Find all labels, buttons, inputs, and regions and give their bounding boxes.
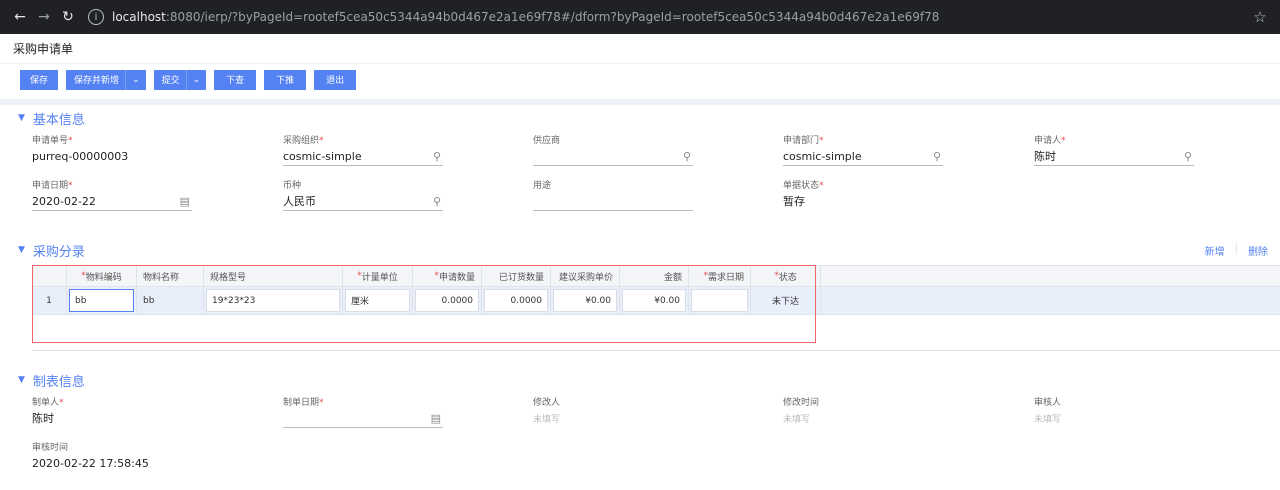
highlight-box bbox=[32, 265, 816, 343]
purchase-org-input[interactable]: cosmic-simple bbox=[283, 147, 443, 165]
field-label: 审核时间 bbox=[32, 443, 69, 453]
bill-status-value: 暂存 bbox=[783, 195, 805, 208]
collapse-triangle-icon[interactable]: ▼ bbox=[18, 245, 25, 255]
field-auditor: 审核人 未填写 bbox=[1034, 395, 1194, 427]
required-mark: * bbox=[68, 136, 73, 146]
search-icon[interactable]: ⚲ bbox=[683, 150, 691, 163]
currency-input[interactable]: 人民币 bbox=[283, 192, 443, 210]
department-input[interactable]: cosmic-simple bbox=[783, 147, 943, 165]
field-create-date[interactable]: 制单日期* ▤ bbox=[283, 395, 443, 428]
field-purpose[interactable]: 用途 bbox=[533, 178, 693, 211]
required-mark: * bbox=[319, 398, 324, 408]
save-and-new-split-button[interactable]: 保存并新增 ⌄ bbox=[66, 69, 146, 90]
request-no-value: purreq-00000003 bbox=[32, 149, 129, 163]
info-icon[interactable]: i bbox=[88, 9, 104, 25]
field-label: 修改人 bbox=[533, 398, 561, 408]
field-label: 审核人 bbox=[1034, 398, 1062, 408]
field-label: 币种 bbox=[283, 181, 302, 191]
lookup-button[interactable]: 下查 bbox=[214, 69, 257, 90]
url-host: localhost bbox=[112, 10, 166, 24]
section-basic-info[interactable]: ▼ 基本信息 bbox=[0, 107, 85, 129]
collapse-triangle-icon[interactable]: ▼ bbox=[18, 375, 25, 385]
modifier-value: 未填写 bbox=[533, 414, 561, 425]
section-title-basic: 基本信息 bbox=[32, 112, 85, 128]
toolbar-divider bbox=[0, 99, 1280, 105]
page-title: 采购申请单 bbox=[0, 34, 1280, 64]
submit-split-button[interactable]: 提交 ⌄ bbox=[153, 69, 207, 90]
field-request-no: 申请单号* purreq-00000003 bbox=[32, 133, 192, 165]
search-icon[interactable]: ⚲ bbox=[933, 150, 941, 163]
field-label: 制单日期 bbox=[283, 398, 320, 408]
audit-time-value: 2020-02-22 17:58:45 bbox=[32, 456, 149, 470]
field-label: 制单人 bbox=[32, 398, 60, 408]
modify-time-value: 未填写 bbox=[783, 414, 811, 425]
bookmark-star-icon[interactable]: ☆ bbox=[1248, 8, 1272, 26]
creator-value: 陈时 bbox=[32, 412, 54, 425]
applicant-input[interactable]: 陈时 bbox=[1034, 147, 1194, 165]
field-currency[interactable]: 币种 人民币 ⚲ bbox=[283, 178, 443, 211]
section-audit[interactable]: ▼ 制表信息 bbox=[0, 369, 85, 391]
create-date-input[interactable] bbox=[283, 409, 443, 427]
exit-button[interactable]: 退出 bbox=[314, 69, 357, 90]
submit-button[interactable]: 提交 bbox=[153, 69, 186, 90]
request-date-input[interactable]: 2020-02-22 bbox=[32, 192, 192, 210]
calendar-icon[interactable]: ▤ bbox=[180, 195, 190, 208]
field-label: 单据状态 bbox=[783, 181, 820, 191]
add-row-link[interactable]: 新增 bbox=[1205, 243, 1225, 258]
chevron-down-icon[interactable]: ⌄ bbox=[185, 69, 207, 90]
section-entries[interactable]: ▼ 采购分录 bbox=[0, 239, 85, 261]
push-button[interactable]: 下推 bbox=[264, 69, 307, 90]
section-title-entries: 采购分录 bbox=[32, 244, 85, 260]
collapse-triangle-icon[interactable]: ▼ bbox=[18, 113, 25, 123]
delete-row-link[interactable]: 删除 bbox=[1248, 243, 1268, 258]
search-icon[interactable]: ⚲ bbox=[433, 150, 441, 163]
field-audit-time: 审核时间 2020-02-22 17:58:45 bbox=[32, 440, 232, 472]
field-applicant[interactable]: 申请人* 陈时 ⚲ bbox=[1034, 133, 1194, 166]
field-label: 用途 bbox=[533, 181, 552, 191]
required-mark: * bbox=[819, 181, 824, 191]
address-bar[interactable]: i localhost:8080/ierp/?byPageId=rootef5c… bbox=[88, 4, 1248, 30]
grid-actions: 新增 | 删除 bbox=[1205, 243, 1268, 258]
auditor-value: 未填写 bbox=[1034, 414, 1062, 425]
field-label: 申请部门 bbox=[783, 136, 820, 146]
action-separator: | bbox=[1234, 243, 1238, 254]
save-and-new-button[interactable]: 保存并新增 bbox=[66, 69, 126, 90]
field-department[interactable]: 申请部门* cosmic-simple ⚲ bbox=[783, 133, 943, 166]
required-mark: * bbox=[68, 181, 73, 191]
field-modifier: 修改人 未填写 bbox=[533, 395, 693, 427]
search-icon[interactable]: ⚲ bbox=[1184, 150, 1192, 163]
save-button[interactable]: 保存 bbox=[20, 69, 59, 90]
grid-bottom-border bbox=[32, 350, 1280, 351]
supplier-input[interactable] bbox=[533, 147, 693, 165]
field-creator: 制单人* 陈时 bbox=[32, 395, 192, 427]
reload-icon[interactable]: ↻ bbox=[56, 5, 80, 29]
field-label: 申请日期 bbox=[32, 181, 69, 191]
toolbar: 保存 保存并新增 ⌄ 提交 ⌄ 下查 下推 退出 bbox=[0, 64, 1280, 95]
section-title-audit: 制表信息 bbox=[32, 374, 85, 390]
chevron-down-icon[interactable]: ⌄ bbox=[125, 69, 146, 90]
field-label: 申请单号 bbox=[32, 136, 69, 146]
field-label: 采购组织 bbox=[283, 136, 320, 146]
field-purchase-org[interactable]: 采购组织* cosmic-simple ⚲ bbox=[283, 133, 443, 166]
field-modify-time: 修改时间 未填写 bbox=[783, 395, 943, 427]
required-mark: * bbox=[819, 136, 824, 146]
field-bill-status: 单据状态* 暂存 bbox=[783, 178, 943, 210]
purpose-input[interactable] bbox=[533, 192, 693, 210]
back-icon[interactable]: ← bbox=[8, 5, 32, 29]
forward-icon[interactable]: → bbox=[32, 5, 56, 29]
required-mark: * bbox=[1061, 136, 1066, 146]
field-label: 供应商 bbox=[533, 136, 561, 146]
field-label: 申请人 bbox=[1034, 136, 1062, 146]
calendar-icon[interactable]: ▤ bbox=[431, 412, 441, 425]
browser-chrome: ← → ↻ i localhost:8080/ierp/?byPageId=ro… bbox=[0, 0, 1280, 34]
field-supplier[interactable]: 供应商 ⚲ bbox=[533, 133, 693, 166]
required-mark: * bbox=[319, 136, 324, 146]
field-label: 修改时间 bbox=[783, 398, 820, 408]
search-icon[interactable]: ⚲ bbox=[433, 195, 441, 208]
field-request-date[interactable]: 申请日期* 2020-02-22 ▤ bbox=[32, 178, 192, 211]
required-mark: * bbox=[59, 398, 64, 408]
url-path: :8080/ierp/?byPageId=rootef5cea50c5344a9… bbox=[165, 10, 940, 24]
